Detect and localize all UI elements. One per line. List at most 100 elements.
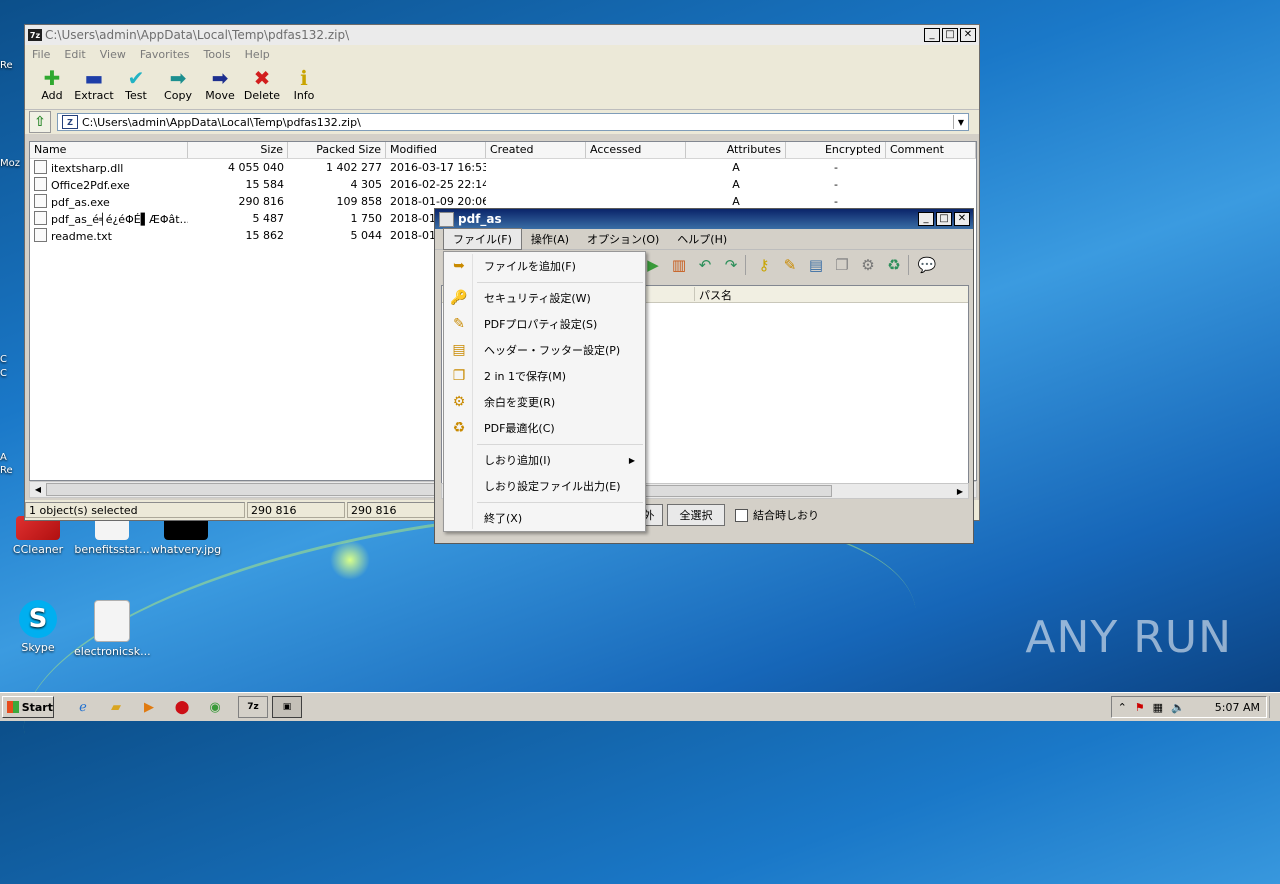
desktop-icon-fragment[interactable]: A xyxy=(0,452,7,463)
menu-edit[interactable]: Edit xyxy=(57,48,92,61)
desktop-icon-electronicsk[interactable]: electronicsk... xyxy=(74,600,151,658)
desktop-icon-benefitsstar[interactable]: benefitsstar... xyxy=(74,516,150,556)
pdf-menu-help[interactable]: ヘルプ(H) xyxy=(668,229,736,249)
desktop-icon-fragment[interactable]: Moz xyxy=(0,158,20,169)
column-header-accessed[interactable]: Accessed xyxy=(586,142,686,158)
pdf-menu-bar: ファイル(F) 操作(A) オプション(O) ヘルプ(H) xyxy=(435,228,973,250)
menu-item[interactable]: ♻ PDF最適化(C) xyxy=(446,416,643,440)
toolbar-test-button[interactable]: ✔ Test xyxy=(115,63,157,102)
table-row[interactable]: Office2Pdf.exe 15 584 4 305 2016-02-25 22:1… xyxy=(30,176,976,193)
maximize-button[interactable]: □ xyxy=(942,28,958,42)
toolbar-add-button[interactable]: ✚ Add xyxy=(31,63,73,102)
maximize-icon: □ xyxy=(945,29,955,40)
select-all-button[interactable]: 全選択 xyxy=(667,504,725,526)
zip-title-bar[interactable]: 7z C:\Users\admin\AppData\Local\Temp\pdf… xyxy=(25,25,979,45)
table-row[interactable]: itextsharp.dll 4 055 040 1 402 277 2016-03-… xyxy=(30,159,976,176)
tool-rotate-right-icon[interactable]: ↷ xyxy=(719,253,743,277)
pdf-menu-operation[interactable]: 操作(A) xyxy=(522,229,578,249)
pdf-col-path[interactable]: パス名 xyxy=(694,287,732,302)
file-explorer-icon[interactable]: ▰ xyxy=(105,696,127,718)
menu-view[interactable]: View xyxy=(93,48,133,61)
pdf-maximize-button[interactable]: □ xyxy=(936,212,952,226)
menu-item[interactable]: ▤ ヘッダー・フッター設定(P) xyxy=(446,338,643,362)
tool-stack-icon[interactable]: ▥ xyxy=(667,253,691,277)
menu-item[interactable]: ❐ 2 in 1で保存(M) xyxy=(446,364,643,388)
menu-item[interactable]: しおり追加(I) ▶ xyxy=(446,448,643,472)
column-header-packed-size[interactable]: Packed Size xyxy=(288,142,386,158)
scroll-left-arrow-icon[interactable]: ◀ xyxy=(31,483,45,496)
address-dropdown-button[interactable]: ▼ xyxy=(953,115,968,129)
toolbar-move-button[interactable]: ➡ Move xyxy=(199,63,241,102)
menu-item[interactable]: ⚙ 余白を変更(R) xyxy=(446,390,643,414)
column-header-created[interactable]: Created xyxy=(486,142,586,158)
chevron-down-icon: ▼ xyxy=(957,117,965,127)
media-player-icon[interactable]: ▶ xyxy=(138,696,160,718)
tool-margin-gear-icon[interactable]: ⚙ xyxy=(856,253,880,277)
action-center-flag-icon[interactable]: ⚑ xyxy=(1135,701,1145,714)
pdf-menu-file[interactable]: ファイル(F) xyxy=(443,228,522,250)
cell-name: itextsharp.dll xyxy=(30,160,188,175)
desktop-icon-fragment[interactable]: Re xyxy=(0,465,13,476)
volume-icon[interactable]: 🔈 xyxy=(1171,701,1185,714)
desktop-icon-fragment[interactable]: C xyxy=(0,368,7,379)
toolbar-delete-button[interactable]: ✖ Delete xyxy=(241,63,283,102)
opera-icon[interactable]: ⬤ xyxy=(171,696,193,718)
desktop-icon-fragment[interactable]: Re xyxy=(0,60,13,71)
menu-item[interactable]: ➥ ファイルを追加(F) xyxy=(446,254,643,278)
desktop-icon-whatvery[interactable]: whatvery.jpg xyxy=(148,516,224,556)
menu-file[interactable]: File xyxy=(25,48,57,61)
desktop-icon-ccleaner[interactable]: CCleaner xyxy=(0,516,76,556)
checkbox-box[interactable] xyxy=(735,508,748,522)
desktop-icon-fragment[interactable]: C xyxy=(0,354,7,365)
taskbar: Start ℯ ▰ ▶ ⬤ ◉ 7z ▣ ⌃ ⚑ ▦ 🔈 5:07 AM xyxy=(0,692,1280,721)
menu-item[interactable]: ✎ PDFプロパティ設定(S) xyxy=(446,312,643,336)
menu-tools[interactable]: Tools xyxy=(197,48,238,61)
column-header-encrypted[interactable]: Encrypted xyxy=(786,142,886,158)
pdf-title-bar[interactable]: pdf_as _ □ ✕ xyxy=(435,209,973,229)
menu-item[interactable]: しおり設定ファイル出力(E) xyxy=(446,474,643,498)
start-button[interactable]: Start xyxy=(2,696,54,718)
tool-key-icon[interactable]: ⚷ xyxy=(752,253,776,277)
close-button[interactable]: ✕ xyxy=(960,28,976,42)
tool-optimize-icon[interactable]: ♻ xyxy=(882,253,906,277)
column-header-comment[interactable]: Comment xyxy=(886,142,976,158)
clock[interactable]: 5:07 AM xyxy=(1215,701,1260,714)
cell-attributes: A xyxy=(732,161,740,174)
tool-header-footer-icon[interactable]: ▤ xyxy=(804,253,828,277)
pdf-minimize-button[interactable]: _ xyxy=(918,212,934,226)
menu-item[interactable]: 終了(X) xyxy=(446,506,643,530)
bookmark-on-merge-checkbox[interactable]: 結合時しおり xyxy=(735,507,819,523)
up-folder-button[interactable]: ⇧ xyxy=(29,111,51,133)
toolbar-info-button[interactable]: ℹ Info xyxy=(283,63,325,102)
tool-rotate-left-icon[interactable]: ↶ xyxy=(693,253,717,277)
column-header-size[interactable]: Size xyxy=(188,142,288,158)
column-header-name[interactable]: Name xyxy=(30,142,188,158)
desktop-icon-skype[interactable]: S Skype xyxy=(0,600,76,654)
menu-item[interactable]: 🔑 セキュリティ設定(W) xyxy=(446,286,643,310)
scroll-right-arrow-icon[interactable]: ▶ xyxy=(953,485,967,497)
chrome-icon[interactable]: ◉ xyxy=(204,696,226,718)
network-icon[interactable]: ▦ xyxy=(1153,701,1163,714)
cell-attributes: A xyxy=(732,178,740,191)
tray-expand-icon[interactable]: ⌃ xyxy=(1118,701,1127,714)
tool-comment-icon[interactable]: 💬 xyxy=(915,253,939,277)
menu-favorites[interactable]: Favorites xyxy=(133,48,197,61)
toolbar-extract-button[interactable]: ▬ Extract xyxy=(73,63,115,102)
internet-explorer-icon[interactable]: ℯ xyxy=(72,696,94,718)
column-header-modified[interactable]: Modified xyxy=(386,142,486,158)
tool-two-in-one-icon[interactable]: ❐ xyxy=(830,253,854,277)
tool-properties-icon[interactable]: ✎ xyxy=(778,253,802,277)
column-header-attributes[interactable]: Attributes xyxy=(686,142,786,158)
address-combobox[interactable]: Z C:\Users\admin\AppData\Local\Temp\pdfa… xyxy=(57,113,969,131)
cell-packed: 109 858 xyxy=(336,195,383,208)
taskbar-pdfas-button[interactable]: ▣ xyxy=(272,696,302,718)
toolbar-copy-button[interactable]: ➡ Copy xyxy=(157,63,199,102)
pdf-menu-options[interactable]: オプション(O) xyxy=(578,229,668,249)
show-desktop-button[interactable] xyxy=(1269,696,1280,718)
pdf-close-button[interactable]: ✕ xyxy=(954,212,970,226)
taskbar-7zip-button[interactable]: 7z xyxy=(238,696,268,718)
minimize-button[interactable]: _ xyxy=(924,28,940,42)
zip-window-title: C:\Users\admin\AppData\Local\Temp\pdfas1… xyxy=(45,28,350,42)
delete-x-icon: ✖ xyxy=(253,66,271,90)
menu-help[interactable]: Help xyxy=(238,48,277,61)
